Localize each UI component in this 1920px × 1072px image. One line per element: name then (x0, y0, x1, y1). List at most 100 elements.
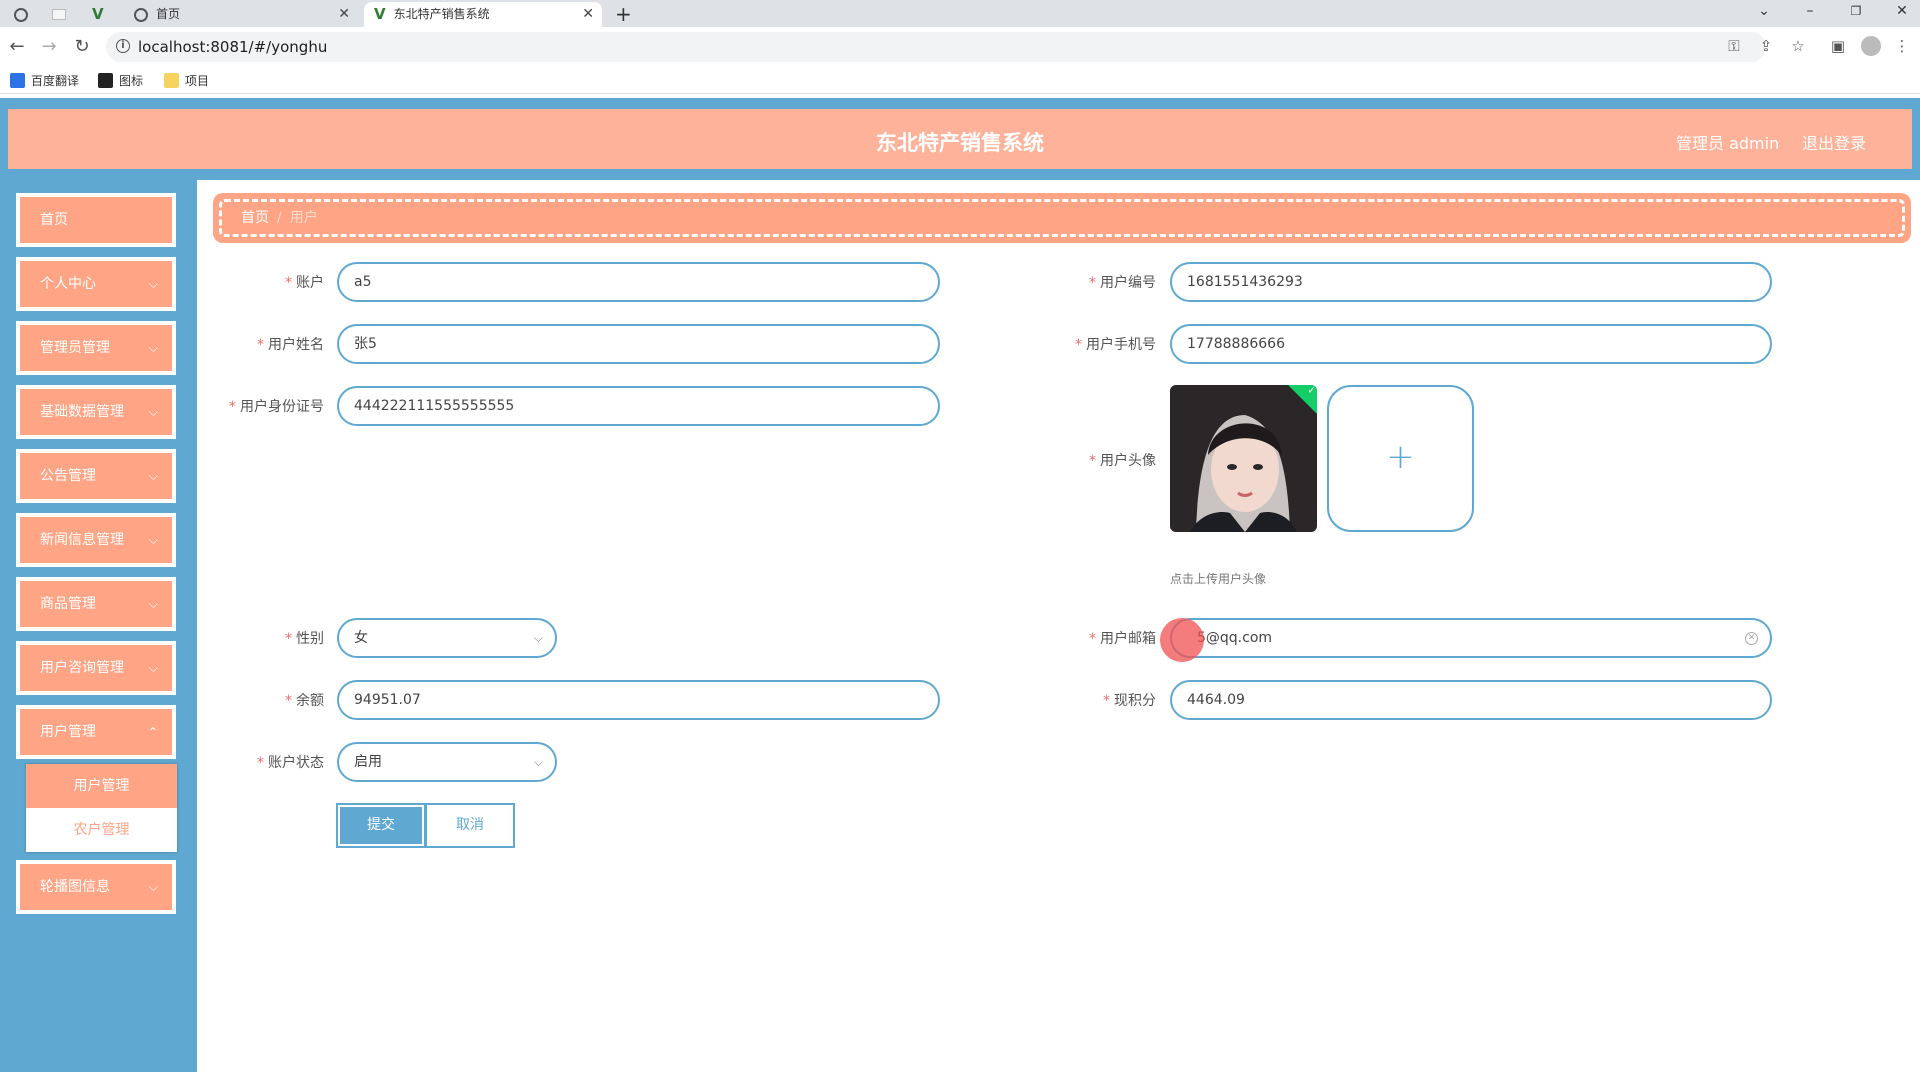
bookmark-icons[interactable]: 图标 (98, 72, 143, 89)
tab-pinned-2[interactable] (52, 2, 76, 27)
key-icon[interactable]: ⚿ (1724, 37, 1744, 55)
profile-avatar[interactable] (1861, 36, 1881, 56)
status-select[interactable]: 启用 ⌵ (337, 742, 557, 782)
vue-icon: V (92, 5, 104, 23)
tab-title: 首页 (156, 7, 181, 21)
star-icon[interactable]: ☆ (1788, 37, 1808, 55)
bookmark-project[interactable]: 项目 (164, 72, 209, 89)
cancel-button[interactable]: 取消 (425, 803, 515, 848)
field-value: 启用 (354, 754, 382, 770)
info-icon[interactable]: i (116, 39, 130, 53)
sidebar-item-notice[interactable]: 公告管理 ⌵ (16, 449, 176, 503)
new-tab-button[interactable]: + (615, 2, 639, 27)
menu-icon[interactable]: ⋮ (1892, 37, 1912, 55)
sidebar-item-base-data[interactable]: 基础数据管理 ⌵ (16, 385, 176, 439)
tab-active[interactable]: V 东北特产销售系统 ✕ (364, 2, 602, 27)
avatar-label: * 用户头像 (1089, 453, 1156, 469)
chevron-down-icon: ⌵ (148, 341, 158, 355)
user-no-input[interactable]: 1681551436293 (1170, 262, 1772, 302)
breadcrumb: 首页 / 用户 (213, 193, 1911, 243)
field-value: 张5 (354, 336, 377, 352)
avatar-image[interactable]: ✓ (1170, 385, 1317, 532)
phone-input[interactable]: 17788886666 (1170, 324, 1772, 364)
bookmark-baidu-translate[interactable]: 百度翻译 (10, 72, 79, 89)
gender-select[interactable]: 女 ⌵ (337, 618, 557, 658)
sidebar-item-home[interactable]: 首页 (16, 193, 176, 247)
sidebar-item-label: 轮播图信息 (40, 879, 110, 895)
field-value: 94951.07 (354, 692, 421, 708)
reload-icon[interactable]: ↻ (71, 36, 93, 57)
tab-home[interactable]: 首页 ✕ (132, 2, 358, 27)
account-input[interactable]: a5 (337, 262, 940, 302)
points-input[interactable]: 4464.09 (1170, 680, 1772, 720)
avatar-upload-button[interactable]: + (1327, 385, 1474, 532)
bookmark-label: 图标 (119, 74, 144, 88)
breadcrumb-separator: / (277, 210, 282, 226)
sidebar-item-users[interactable]: 用户管理 ⌃ (16, 705, 176, 759)
close-icon[interactable]: ✕ (582, 2, 594, 27)
sidebar-item-label: 新闻信息管理 (40, 532, 124, 548)
chevron-down-icon[interactable]: ⌄ (1744, 0, 1784, 27)
share-icon[interactable]: ⇪ (1756, 37, 1776, 55)
sidebar-item-label: 首页 (40, 212, 68, 228)
user-name-label: * 用户姓名 (257, 337, 324, 353)
email-label: * 用户邮箱 (1089, 631, 1156, 647)
sidebar-item-news[interactable]: 新闻信息管理 ⌵ (16, 513, 176, 567)
user-no-label: * 用户编号 (1089, 275, 1156, 291)
logout-link[interactable]: 退出登录 (1802, 130, 1866, 154)
sidebar-item-carousel[interactable]: 轮播图信息 ⌵ (16, 860, 176, 914)
app-root: 东北特产销售系统 管理员 admin 退出登录 首页 个人中心 ⌵ 管理员管理 ⌵ … (0, 98, 1920, 1072)
tab-pinned-3[interactable]: V (92, 2, 116, 27)
users-submenu: 用户管理 农户管理 (26, 764, 177, 852)
header-bar: 东北特产销售系统 管理员 admin 退出登录 (5, 106, 1915, 172)
balance-label: * 余额 (285, 693, 324, 709)
bookmark-label: 项目 (185, 74, 210, 88)
breadcrumb-border (219, 199, 1905, 237)
chevron-up-icon: ⌃ (147, 725, 158, 739)
balance-input[interactable]: 94951.07 (337, 680, 940, 720)
chevron-down-icon: ⌵ (148, 597, 158, 611)
sidebar-item-label: 基础数据管理 (40, 404, 124, 420)
submenu-item-farmer-manage[interactable]: 农户管理 (26, 808, 177, 852)
sidebar-item-personal[interactable]: 个人中心 ⌵ (16, 257, 176, 311)
field-value: 女 (354, 630, 368, 646)
page-icon (52, 9, 66, 20)
close-icon[interactable]: ✕ (338, 2, 350, 27)
field-value: 444222111555555555 (354, 398, 515, 414)
submenu-item-user-manage[interactable]: 用户管理 (26, 764, 177, 808)
clear-icon[interactable]: ✕ (1745, 632, 1758, 645)
id-card-input[interactable]: 444222111555555555 (337, 386, 940, 426)
sidebar-item-label: 用户咨询管理 (40, 660, 124, 676)
avatar-photo (1170, 385, 1317, 532)
back-icon[interactable]: ← (6, 36, 28, 57)
restore-icon[interactable]: ❐ (1836, 0, 1876, 27)
tab-pinned-1[interactable] (14, 2, 38, 27)
field-value: 17788886666 (1187, 336, 1285, 352)
url-field[interactable]: i localhost:8081/#/yonghu (106, 32, 1766, 62)
minimize-icon[interactable]: – (1790, 0, 1830, 27)
user-name-input[interactable]: 张5 (337, 324, 940, 364)
chevron-down-icon: ⌵ (148, 405, 158, 419)
email-input[interactable]: 5@qq.com ✕ (1170, 618, 1772, 658)
app-title: 东北特产销售系统 (876, 131, 1044, 155)
click-indicator (1160, 618, 1204, 662)
sidebar-item-consult[interactable]: 用户咨询管理 ⌵ (16, 641, 176, 695)
submit-button[interactable]: 提交 (336, 803, 426, 848)
chevron-down-icon: ⌵ (148, 661, 158, 675)
field-value: 4464.09 (1187, 692, 1245, 708)
chevron-down-icon: ⌵ (148, 469, 158, 483)
bookmark-label: 百度翻译 (31, 74, 80, 88)
gender-label: * 性别 (285, 631, 324, 647)
plus-icon: + (1386, 437, 1415, 477)
sidebar-item-admin[interactable]: 管理员管理 ⌵ (16, 321, 176, 375)
breadcrumb-home[interactable]: 首页 (241, 210, 269, 226)
vue-icon: V (374, 5, 386, 23)
close-window-icon[interactable]: ✕ (1882, 0, 1920, 27)
sidebar-item-goods[interactable]: 商品管理 ⌵ (16, 577, 176, 631)
chevron-down-icon: ⌵ (148, 880, 158, 894)
forward-icon[interactable]: → (38, 36, 60, 57)
side-panel-icon[interactable]: ▣ (1828, 37, 1848, 55)
globe-icon (14, 7, 28, 22)
field-value: a5 (354, 274, 372, 290)
field-value: 5@qq.com (1197, 630, 1273, 646)
